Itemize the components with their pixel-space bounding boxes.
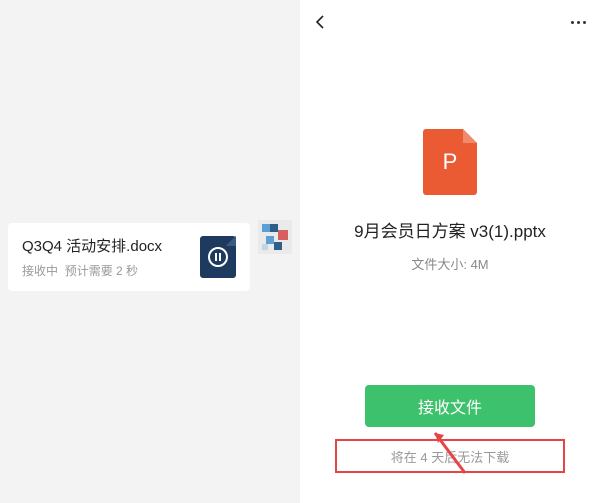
- file-size: 文件大小: 4M: [411, 254, 488, 273]
- expire-notice-highlight: 将在 4 天后无法下载: [335, 439, 565, 473]
- file-preview-section: P 9月会员日方案 v3(1).pptx 文件大小: 4M: [300, 129, 600, 273]
- pptx-file-icon: P: [423, 129, 477, 195]
- pause-icon[interactable]: [208, 247, 228, 267]
- receive-file-button[interactable]: 接收文件: [365, 385, 535, 427]
- bottom-actions: 接收文件 将在 4 天后无法下载: [300, 385, 600, 473]
- docx-file-icon: [200, 236, 236, 278]
- more-icon[interactable]: [571, 21, 586, 24]
- left-pane: Q3Q4 活动安排.docx 接收中 预计需要 2 秒: [0, 0, 300, 503]
- sender-avatar[interactable]: [258, 220, 292, 254]
- right-pane: P 9月会员日方案 v3(1).pptx 文件大小: 4M 接收文件 将在 4 …: [300, 0, 600, 503]
- file-title: 9月会员日方案 v3(1).pptx: [354, 217, 546, 242]
- receiving-file-card[interactable]: Q3Q4 活动安排.docx 接收中 预计需要 2 秒: [8, 223, 250, 291]
- status-receiving: 接收中: [22, 264, 58, 278]
- file-title: Q3Q4 活动安排.docx: [22, 235, 200, 256]
- file-status: 接收中 预计需要 2 秒: [22, 262, 200, 279]
- header: [300, 0, 600, 44]
- file-info: Q3Q4 活动安排.docx 接收中 预计需要 2 秒: [22, 235, 200, 279]
- back-icon[interactable]: [314, 15, 328, 29]
- ppt-letter: P: [443, 149, 458, 175]
- expire-notice-text: 将在 4 天后无法下载: [391, 447, 509, 466]
- status-eta: 预计需要 2 秒: [65, 264, 138, 278]
